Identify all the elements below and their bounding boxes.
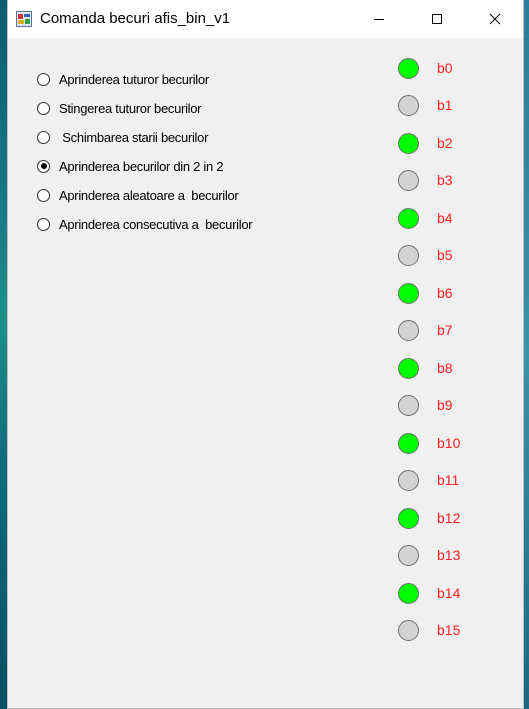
app-window: Comanda becuri afis_bin_v1 Aprinderea tu… bbox=[7, 0, 524, 709]
bulb-label-b1: b1 bbox=[437, 97, 453, 113]
bulb-label-b9: b9 bbox=[437, 397, 453, 413]
radio-label: Stingerea tuturor becurilor bbox=[59, 100, 202, 116]
radio-button[interactable] bbox=[37, 72, 50, 86]
bulb-b3 bbox=[398, 170, 419, 191]
bulb-label-b6: b6 bbox=[437, 285, 453, 301]
desktop-background-right bbox=[524, 0, 529, 709]
bulb-label-b11: b11 bbox=[437, 472, 460, 488]
bulb-label-b4: b4 bbox=[437, 210, 453, 226]
radio-label: Aprinderea tuturor becurilor bbox=[59, 71, 209, 87]
bulb-label-b0: b0 bbox=[437, 60, 453, 76]
bulb-label-b12: b12 bbox=[437, 510, 461, 526]
bulb-b2 bbox=[398, 133, 419, 154]
bulb-b6 bbox=[398, 283, 419, 304]
close-button[interactable] bbox=[466, 0, 524, 38]
radio-button[interactable] bbox=[37, 101, 50, 115]
bulb-b0 bbox=[398, 58, 419, 79]
radio-label: Aprinderea consecutiva a becurilor bbox=[59, 216, 253, 232]
client-area: Aprinderea tuturor becurilor Stingerea t… bbox=[8, 38, 523, 708]
bulb-b10 bbox=[398, 433, 419, 454]
radio-option-every-second[interactable]: Aprinderea becurilor din 2 in 2 bbox=[37, 156, 223, 176]
bulb-label-b13: b13 bbox=[437, 547, 461, 563]
radio-label: Aprinderea becurilor din 2 in 2 bbox=[59, 158, 224, 174]
bulb-b11 bbox=[398, 470, 419, 491]
radio-label: Schimbarea starii becurilor bbox=[59, 129, 209, 145]
bulb-label-b3: b3 bbox=[437, 172, 453, 188]
bulb-label-b8: b8 bbox=[437, 360, 453, 376]
bulb-b14 bbox=[398, 583, 419, 604]
radio-option-all-off[interactable]: Stingerea tuturor becurilor bbox=[37, 98, 202, 118]
radio-button[interactable] bbox=[37, 159, 50, 173]
bulb-label-b10: b10 bbox=[437, 435, 461, 451]
radio-button[interactable] bbox=[37, 130, 50, 144]
bulb-b5 bbox=[398, 245, 419, 266]
bulb-b15 bbox=[398, 620, 419, 641]
bulb-label-b2: b2 bbox=[437, 135, 453, 151]
desktop-background-left bbox=[0, 0, 7, 709]
bulb-label-b15: b15 bbox=[437, 622, 461, 638]
bulb-label-b5: b5 bbox=[437, 247, 453, 263]
bulb-b7 bbox=[398, 320, 419, 341]
minimize-button[interactable] bbox=[350, 0, 408, 38]
radio-option-toggle[interactable]: Schimbarea starii becurilor bbox=[37, 127, 208, 147]
radio-label: Aprinderea aleatoare a becurilor bbox=[59, 187, 239, 203]
radio-option-random[interactable]: Aprinderea aleatoare a becurilor bbox=[37, 185, 239, 205]
bulb-b9 bbox=[398, 395, 419, 416]
maximize-icon bbox=[432, 14, 442, 24]
radio-option-consecutive[interactable]: Aprinderea consecutiva a becurilor bbox=[37, 214, 253, 234]
maximize-button[interactable] bbox=[408, 0, 466, 38]
radio-option-all-on[interactable]: Aprinderea tuturor becurilor bbox=[37, 69, 209, 89]
radio-button[interactable] bbox=[37, 217, 50, 231]
bulb-b13 bbox=[398, 545, 419, 566]
title-bar[interactable]: Comanda becuri afis_bin_v1 bbox=[8, 0, 523, 38]
app-icon bbox=[16, 11, 32, 27]
bulb-b1 bbox=[398, 95, 419, 116]
window-title: Comanda becuri afis_bin_v1 bbox=[40, 10, 231, 27]
radio-button[interactable] bbox=[37, 188, 50, 202]
close-icon bbox=[489, 13, 501, 25]
bulb-label-b7: b7 bbox=[437, 322, 453, 338]
bulb-b12 bbox=[398, 508, 419, 529]
minimize-icon bbox=[374, 19, 384, 20]
bulb-b8 bbox=[398, 358, 419, 379]
bulb-b4 bbox=[398, 208, 419, 229]
bulb-label-b14: b14 bbox=[437, 585, 461, 601]
